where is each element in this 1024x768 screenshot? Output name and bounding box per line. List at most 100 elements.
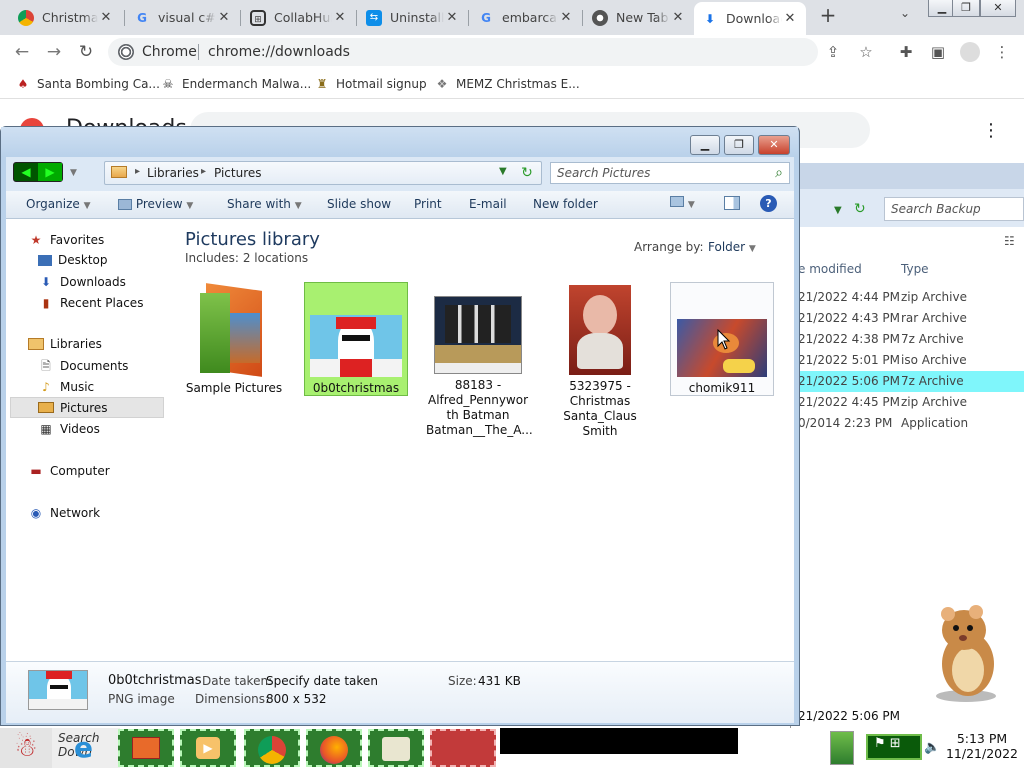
new-tab-button[interactable]: +: [816, 4, 840, 28]
media-player-button[interactable]: ▶: [180, 729, 236, 767]
back-arrow-icon[interactable]: ◀: [14, 163, 38, 181]
tab-uninstall[interactable]: ⇆ Uninstall ✕: [358, 4, 468, 31]
tab-new-tab[interactable]: New Tab ✕: [584, 4, 694, 31]
dropdown-arrow-icon[interactable]: ▼: [834, 205, 842, 216]
file-item-selected[interactable]: 0b0tchristmas: [304, 282, 408, 396]
share-with-button[interactable]: Share with ▼: [227, 197, 302, 211]
breadcrumb-libraries[interactable]: Libraries: [147, 166, 199, 180]
table-row[interactable]: 0/2014 2:23 PM Application: [792, 413, 1024, 434]
tab-visual-csharp[interactable]: G visual c# ✕: [126, 4, 240, 31]
chevron-down-icon[interactable]: ▼: [70, 168, 77, 178]
organize-button[interactable]: Organize ▼: [26, 197, 91, 211]
extensions-icon[interactable]: ✚: [896, 42, 916, 62]
tab-downloads[interactable]: ⬇ Downloads ✕: [694, 2, 806, 35]
change-view-icon[interactable]: ▼: [670, 196, 695, 210]
close-icon[interactable]: ✕: [782, 11, 798, 26]
column-header-date[interactable]: e modified: [798, 262, 862, 276]
side-panel-icon[interactable]: ▣: [928, 42, 948, 62]
includes-locations-link[interactable]: 2 locations: [243, 251, 308, 265]
tab-christmas[interactable]: Christmas ✕: [10, 4, 122, 31]
app-taskbar-button[interactable]: [368, 729, 424, 767]
close-icon[interactable]: ✕: [216, 10, 232, 25]
file-item[interactable]: Sample Pictures: [182, 283, 286, 396]
bookmark-hotmail[interactable]: ♜ Hotmail signup: [314, 76, 427, 92]
nav-downloads[interactable]: ⬇ Downloads: [38, 274, 126, 290]
nav-desktop[interactable]: Desktop: [38, 253, 108, 267]
file-item[interactable]: 5323975 - Christmas Santa_Claus Smith: [548, 285, 652, 439]
nav-computer[interactable]: ▬ Computer: [28, 463, 109, 479]
table-row[interactable]: 21/2022 4:43 PM rar Archive: [792, 308, 1024, 329]
nav-libraries[interactable]: Libraries: [28, 337, 102, 351]
tray-app-icon[interactable]: [830, 731, 854, 765]
slide-show-button[interactable]: Slide show: [327, 197, 391, 211]
nav-recent-places[interactable]: ▮ Recent Places: [38, 295, 144, 311]
close-window-button[interactable]: ✕: [758, 135, 790, 155]
close-icon[interactable]: ✕: [332, 10, 348, 25]
app-taskbar-button[interactable]: [430, 729, 496, 767]
close-window-button[interactable]: ✕: [980, 0, 1016, 17]
bookmark-memz[interactable]: ❖ MEMZ Christmas E...: [434, 76, 580, 92]
folder-taskbar-button[interactable]: [118, 729, 174, 767]
view-list-icon[interactable]: ☷: [1004, 234, 1015, 248]
tray-flag-icon[interactable]: ⚑ ⊞: [866, 734, 922, 760]
breadcrumb-pictures[interactable]: Pictures: [214, 166, 262, 180]
nav-favorites[interactable]: ★ Favorites: [28, 232, 105, 248]
new-folder-button[interactable]: New folder: [533, 197, 598, 211]
preview-button[interactable]: Preview ▼: [118, 197, 193, 211]
dropdown-arrow-icon[interactable]: ▼: [499, 166, 507, 177]
print-button[interactable]: Print: [414, 197, 442, 211]
column-header-type[interactable]: Type: [901, 262, 929, 276]
clock[interactable]: 5:13 PM 11/21/2022: [942, 731, 1022, 761]
back-arrow-icon[interactable]: ←: [11, 42, 33, 62]
firefox-taskbar-button[interactable]: [306, 729, 362, 767]
avatar[interactable]: [960, 42, 980, 62]
ie-icon[interactable]: e: [60, 729, 116, 767]
file-item[interactable]: 88183 - Alfred_Pennywor th Batman Batman…: [426, 296, 533, 438]
close-icon[interactable]: ✕: [670, 10, 686, 25]
star-icon[interactable]: ☆: [856, 42, 876, 62]
maximize-button[interactable]: ❐: [952, 0, 980, 17]
nav-documents[interactable]: 🗎 Documents: [38, 358, 128, 374]
nav-videos[interactable]: ▦ Videos: [38, 421, 100, 437]
table-row[interactable]: 21/2022 4:38 PM 7z Archive: [792, 329, 1024, 350]
bookmark-santa[interactable]: ♠ Santa Bombing Ca...: [15, 76, 160, 92]
forward-arrow-icon[interactable]: ▶: [38, 163, 62, 181]
minimize-button[interactable]: ▁: [690, 135, 720, 155]
volume-icon[interactable]: 🔈: [924, 740, 940, 755]
bookmark-endermanch[interactable]: ☠ Endermanch Malwa...: [160, 76, 312, 92]
back-forward-buttons[interactable]: ◀ ▶: [13, 162, 63, 182]
more-menu-icon[interactable]: ⋮: [992, 42, 1012, 62]
table-row[interactable]: 21/2022 4:45 PM zip Archive: [792, 392, 1024, 413]
start-button[interactable]: ☃: [0, 728, 52, 768]
table-row[interactable]: 21/2022 5:01 PM iso Archive: [792, 350, 1024, 371]
forward-arrow-icon[interactable]: →: [43, 42, 65, 62]
chrome-icon[interactable]: [118, 44, 134, 60]
table-row[interactable]: 21/2022 4:44 PM zip Archive: [792, 287, 1024, 308]
close-icon[interactable]: ✕: [558, 10, 574, 25]
nav-music[interactable]: ♪ Music: [38, 379, 94, 395]
reload-icon[interactable]: ↻: [75, 42, 97, 62]
close-icon[interactable]: ✕: [444, 10, 460, 25]
url-text[interactable]: chrome://downloads: [208, 44, 350, 60]
share-icon[interactable]: ⇪: [823, 42, 843, 62]
email-button[interactable]: E-mail: [469, 197, 507, 211]
backup-search-input[interactable]: Search Backup: [884, 197, 1024, 221]
tab-embarcadero[interactable]: G embarcadero ✕: [470, 4, 582, 31]
chevron-down-icon[interactable]: ⌄: [896, 6, 914, 26]
search-icon[interactable]: ⌕: [771, 165, 787, 181]
search-input[interactable]: Search Pictures: [550, 162, 790, 184]
maximize-button[interactable]: ❐: [724, 135, 754, 155]
nav-network[interactable]: ◉ Network: [28, 505, 100, 521]
refresh-icon[interactable]: ↻: [519, 165, 535, 181]
preview-pane-icon[interactable]: [724, 196, 740, 213]
close-icon[interactable]: ✕: [98, 10, 114, 25]
chrome-taskbar-button[interactable]: [244, 729, 300, 767]
chevron-right-icon[interactable]: ▸: [135, 166, 140, 177]
details-date-value[interactable]: Specify date taken: [266, 674, 378, 688]
chevron-right-icon[interactable]: ▸: [201, 166, 206, 177]
table-row[interactable]: 21/2022 5:06 PM 7z Archive: [792, 371, 1024, 392]
nav-pictures[interactable]: Pictures: [10, 397, 164, 418]
arrange-by-dropdown[interactable]: Folder ▼: [708, 240, 756, 254]
refresh-icon[interactable]: ↻: [854, 201, 866, 217]
tab-collabhub[interactable]: ⊞ CollabHub ✕: [242, 4, 356, 31]
